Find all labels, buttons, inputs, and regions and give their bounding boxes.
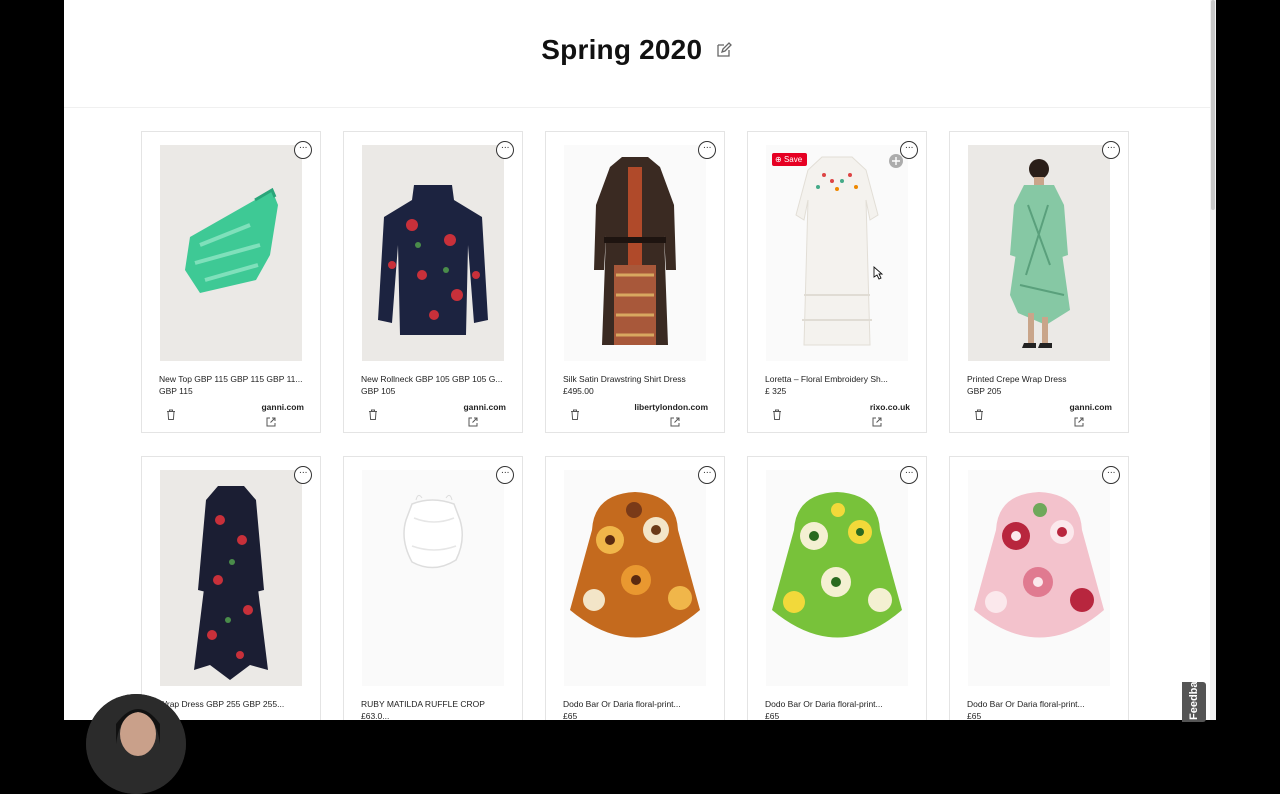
- product-name: Dodo Bar Or Daria floral-print...: [765, 699, 883, 709]
- product-name: Silk Satin Drawstring Shirt Dress: [563, 374, 686, 384]
- more-options-icon[interactable]: ···: [1102, 141, 1120, 159]
- product-card[interactable]: ··· RUBY MATILDA RUFFLE CROP £63.0...: [343, 456, 523, 720]
- product-card[interactable]: ··· Silk Satin Drawstring Shirt Dress £4…: [545, 131, 725, 433]
- product-card[interactable]: ⊕ Save ··· Loretta – Floral Embroidery S…: [747, 131, 927, 433]
- more-options-icon[interactable]: ···: [1102, 466, 1120, 484]
- trash-icon[interactable]: [974, 407, 984, 425]
- feedback-tab[interactable]: Feedback: [1182, 669, 1206, 722]
- external-link-icon[interactable]: [1074, 414, 1084, 432]
- product-image[interactable]: [766, 145, 908, 361]
- product-image[interactable]: [766, 470, 908, 686]
- external-link-icon[interactable]: [468, 414, 478, 432]
- trash-icon[interactable]: [570, 407, 580, 425]
- trash-icon[interactable]: [368, 407, 378, 425]
- product-card[interactable]: ··· Printed Crepe Wrap Dress GBP 205 gan…: [949, 131, 1129, 433]
- product-name: New Rollneck GBP 105 GBP 105 G...: [361, 374, 503, 384]
- product-store-link[interactable]: ganni.com: [463, 402, 506, 412]
- product-price: £65: [563, 711, 578, 720]
- more-options-icon[interactable]: ···: [496, 466, 514, 484]
- product-price: GBP 205: [967, 386, 1002, 396]
- product-store-link[interactable]: libertylondon.com: [634, 402, 708, 412]
- product-image[interactable]: [160, 470, 302, 686]
- product-price: GBP 115: [159, 386, 193, 396]
- more-options-icon[interactable]: ···: [496, 141, 514, 159]
- product-name: Wrap Dress GBP 255 GBP 255...: [159, 699, 285, 709]
- product-price: £495.00: [563, 386, 594, 396]
- product-store-link[interactable]: ganni.com: [261, 402, 304, 412]
- vertical-scrollbar[interactable]: [1210, 0, 1216, 720]
- product-name: Printed Crepe Wrap Dress: [967, 374, 1067, 384]
- product-image[interactable]: [968, 145, 1110, 361]
- product-name: RUBY MATILDA RUFFLE CROP: [361, 699, 485, 709]
- more-options-icon[interactable]: ···: [294, 466, 312, 484]
- product-name: Loretta – Floral Embroidery Sh...: [765, 374, 888, 384]
- external-link-icon[interactable]: [670, 414, 680, 432]
- scrollbar-thumb[interactable]: [1211, 0, 1215, 210]
- more-options-icon[interactable]: ···: [698, 466, 716, 484]
- board-page: Spring 2020 ··· New Top GBP 115 GBP 115 …: [64, 0, 1210, 720]
- product-price: GBP 105: [361, 386, 396, 396]
- product-card[interactable]: ··· New Rollneck GBP 105 GBP 105 G... GB…: [343, 131, 523, 433]
- product-price: £63.0...: [361, 711, 390, 720]
- product-image[interactable]: [564, 145, 706, 361]
- more-options-icon[interactable]: ···: [294, 141, 312, 159]
- board-title: Spring 2020: [541, 34, 703, 65]
- trash-icon[interactable]: [772, 407, 782, 425]
- product-store-link[interactable]: ganni.com: [1069, 402, 1112, 412]
- product-image[interactable]: [160, 145, 302, 361]
- trash-icon[interactable]: [166, 407, 176, 425]
- product-card[interactable]: ··· New Top GBP 115 GBP 115 GBP 11... GB…: [141, 131, 321, 433]
- product-image[interactable]: [564, 470, 706, 686]
- product-name: Dodo Bar Or Daria floral-print...: [563, 699, 681, 709]
- product-price: £65: [967, 711, 982, 720]
- product-price: £65: [765, 711, 780, 720]
- board-header: Spring 2020: [64, 0, 1210, 108]
- save-label: Save: [783, 155, 803, 164]
- product-card[interactable]: ··· Dodo Bar Or Daria floral-print... £6…: [545, 456, 725, 720]
- product-store-link[interactable]: rixo.co.uk: [870, 402, 910, 412]
- more-options-icon[interactable]: ···: [900, 141, 918, 159]
- more-options-icon[interactable]: ···: [900, 466, 918, 484]
- product-card[interactable]: ··· Dodo Bar Or Daria floral-print... £6…: [747, 456, 927, 720]
- product-card[interactable]: ··· Dodo Bar Or Daria floral-print... £6…: [949, 456, 1129, 720]
- product-name: Dodo Bar Or Daria floral-print...: [967, 699, 1085, 709]
- product-card[interactable]: ··· Wrap Dress GBP 255 GBP 255...: [141, 456, 321, 720]
- edit-icon[interactable]: [715, 41, 733, 64]
- pinterest-save-button[interactable]: ⊕ Save: [772, 153, 808, 166]
- webcam-overlay: [86, 694, 186, 794]
- product-name: New Top GBP 115 GBP 115 GBP 11...: [159, 374, 303, 384]
- more-options-icon[interactable]: ···: [698, 141, 716, 159]
- product-image[interactable]: [362, 470, 504, 686]
- external-link-icon[interactable]: [266, 414, 276, 432]
- product-price: £ 325: [765, 386, 787, 396]
- product-image[interactable]: [362, 145, 504, 361]
- external-link-icon[interactable]: [872, 414, 882, 432]
- product-image[interactable]: [968, 470, 1110, 686]
- mouse-cursor-icon: [872, 266, 884, 285]
